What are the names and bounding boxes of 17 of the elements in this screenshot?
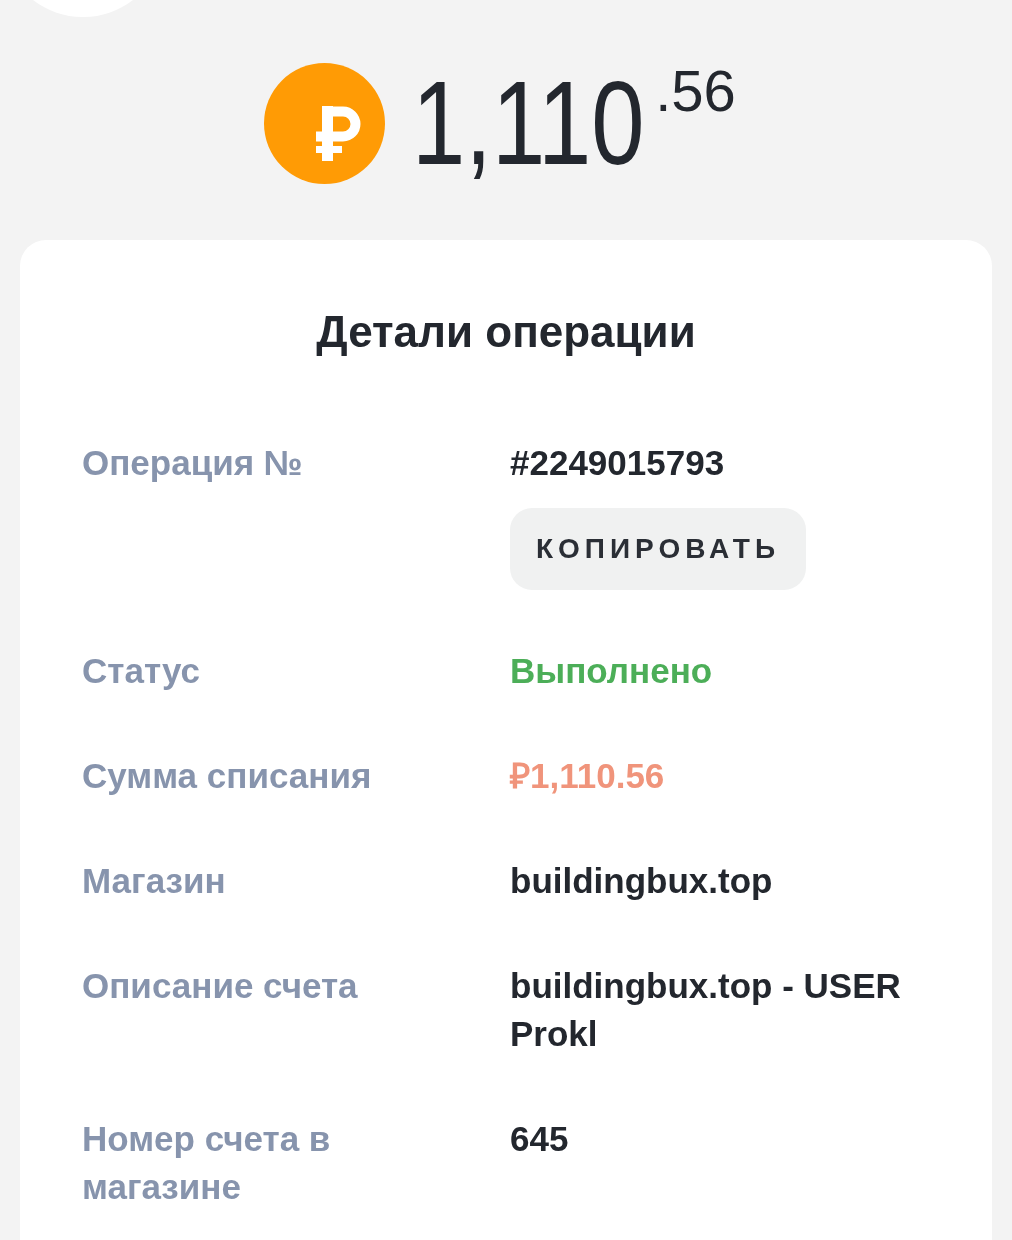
field-label: Номер счета в магазине	[82, 1118, 332, 1208]
status-value: Выполнено	[510, 650, 713, 692]
field-value: buildingbux.top	[510, 860, 773, 902]
field-label: Операция №	[82, 442, 303, 484]
field-value: buildingbux.top - USER Prokl	[510, 965, 902, 1055]
amount-value: ₽1,110.56	[510, 755, 665, 797]
ruble-coin-icon	[264, 62, 386, 184]
field-value: 645	[510, 1118, 569, 1160]
field-label: Сумма списания	[82, 755, 372, 797]
section-title: Детали операции	[316, 306, 696, 358]
field-label: Магазин	[82, 860, 226, 902]
balance-decimals: .56	[655, 62, 736, 120]
field-value: #2249015793	[510, 442, 725, 484]
field-label: Описание счета	[82, 965, 358, 1007]
balance-amount: 1,110	[412, 59, 645, 187]
field-label: Статус	[82, 650, 200, 692]
copy-button[interactable]: КОПИРОВАТЬ	[510, 508, 807, 590]
